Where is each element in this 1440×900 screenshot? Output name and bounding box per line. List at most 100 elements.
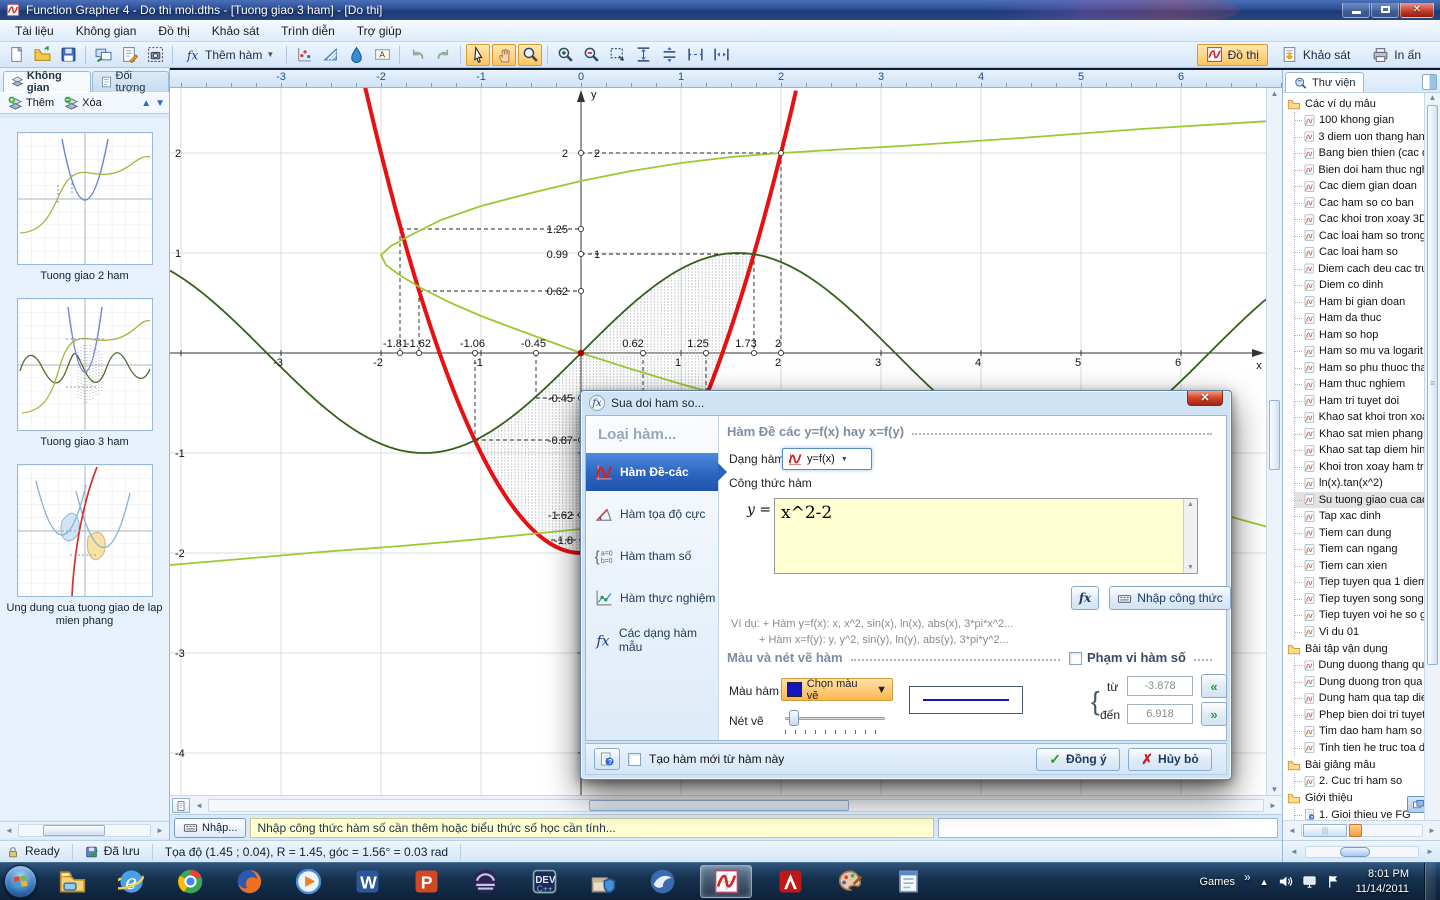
dialog-close-button[interactable]: ✕ <box>1187 391 1223 406</box>
add-space-button[interactable]: Thêm <box>4 94 58 113</box>
tree-folder-2[interactable]: Bài tập vận dụng <box>1283 640 1425 657</box>
formula-input[interactable]: x^2-2 ▲▼ <box>774 498 1198 574</box>
taskbar-app-setup[interactable] <box>582 865 624 898</box>
tree-item[interactable]: Tiem can ngang <box>1295 541 1425 558</box>
zoomin-button[interactable] <box>553 44 577 66</box>
menu-item-2[interactable]: Không gian <box>65 21 148 41</box>
tree-item[interactable]: Phep bien doi tri tuyet <box>1295 707 1425 724</box>
tree-item[interactable]: Ham so mu va logarit <box>1295 343 1425 360</box>
mode-print-button[interactable]: In ấn <box>1363 44 1430 66</box>
new-button[interactable] <box>4 44 28 66</box>
mode-fg-button[interactable]: Đồ thị <box>1197 44 1268 66</box>
taskbar-app-ie[interactable]: e <box>110 865 152 898</box>
tree-item[interactable]: ln(x).tan(x^2) <box>1295 475 1425 492</box>
tree-item[interactable]: Tinh tien he truc toa d <box>1295 740 1425 757</box>
taskbar-app-fg[interactable] <box>700 865 752 898</box>
tree-item[interactable]: Tiem can xien <box>1295 558 1425 575</box>
delete-space-button[interactable]: Xóa <box>60 94 106 113</box>
tree-item[interactable]: Vi du 01 <box>1295 624 1425 641</box>
redo-button[interactable] <box>431 44 455 66</box>
fitv-button[interactable] <box>631 44 655 66</box>
page-setup-button[interactable] <box>172 798 190 813</box>
add-function-button[interactable]: fxThêm hàm▼ <box>178 44 281 66</box>
drop-button[interactable] <box>344 44 368 66</box>
minimize-button[interactable] <box>1342 3 1370 18</box>
formula-scrollbar[interactable]: ▲▼ <box>1183 499 1197 573</box>
tab-docobj[interactable]: Đối tượng <box>92 71 169 92</box>
tree-item[interactable]: Ham so hop <box>1295 327 1425 344</box>
tree-item[interactable]: Cac khoi tron xoay 3D <box>1295 211 1425 228</box>
function-form-dropdown[interactable]: y=f(x)▼ <box>782 448 872 470</box>
formula-entry-field[interactable]: Nhập công thức hàm số cần thêm hoặc biểu… <box>250 818 934 838</box>
scroll-right-icon[interactable]: ► <box>153 826 167 835</box>
scroll-left-icon[interactable]: ◄ <box>192 801 206 810</box>
scroll-right-icon[interactable]: ► <box>1266 801 1280 810</box>
tree-item[interactable]: Tiem can dung <box>1295 525 1425 542</box>
move-down-button[interactable]: ▼ <box>155 98 165 109</box>
action-center-flag-icon[interactable] <box>1326 874 1341 889</box>
tree-item[interactable]: Cac loai ham so <box>1295 244 1425 261</box>
library-bottom-scrollbar[interactable]: ◄► <box>1283 840 1440 862</box>
library-vertical-scrollbar[interactable]: ▲≡ <box>1424 93 1440 820</box>
input-formula-button[interactable]: Nhập công thức <box>1109 586 1231 610</box>
library-accent-button[interactable] <box>1349 824 1362 837</box>
selrect-button[interactable] <box>605 44 629 66</box>
scroll-left-icon[interactable]: ◄ <box>2 826 16 835</box>
tree-item[interactable]: Ham so phu thuoc tha <box>1295 360 1425 377</box>
tree-item[interactable]: Khao sat tap diem hin <box>1295 442 1425 459</box>
tree-item[interactable]: Khao sat mien phang <box>1295 426 1425 443</box>
library-tab[interactable]: Thư viện <box>1285 72 1364 92</box>
panel-toggle-button[interactable] <box>1422 74 1437 90</box>
tree-item[interactable]: Tim dao ham ham so <box>1295 723 1425 740</box>
menu-item-1[interactable]: Tài liệu <box>4 21 65 41</box>
menu-item-4[interactable]: Khảo sát <box>201 21 270 41</box>
taskbar-app-snagit[interactable] <box>641 865 683 898</box>
open-button[interactable] <box>30 44 54 66</box>
taskbar-app-adobe[interactable] <box>769 865 811 898</box>
tree-item[interactable]: Diem cach deu cac truc <box>1295 261 1425 278</box>
library-horizontal-scrollbar[interactable]: ◄ ||| ► <box>1283 820 1440 840</box>
mode-inspect-button[interactable]: Khảo sát <box>1272 44 1359 66</box>
taskbar-app-paint[interactable] <box>828 865 870 898</box>
widen-button[interactable] <box>683 44 707 66</box>
tree-item[interactable]: ?1. Gioi thieu ve FG <box>1295 807 1425 821</box>
tree-item[interactable]: Khao sat khoi tron xoa <box>1295 409 1425 426</box>
help-button[interactable]: ? <box>594 748 620 770</box>
start-button[interactable] <box>4 865 37 898</box>
tree-item[interactable]: Ham thuc nghiem <box>1295 376 1425 393</box>
cancel-button[interactable]: ✗Hủy bỏ <box>1128 748 1212 771</box>
tree-folder-3[interactable]: Bài giảng mẫu <box>1283 756 1425 773</box>
save-button[interactable] <box>56 44 80 66</box>
menu-item-6[interactable]: Trợ giúp <box>346 21 413 41</box>
show-desktop-button[interactable] <box>1424 863 1436 900</box>
tree-item[interactable]: Ham bi gian doan <box>1295 294 1425 311</box>
tree-item[interactable]: Dung duong tron qua <box>1295 674 1425 691</box>
range-to-step-button[interactable]: » <box>1201 702 1227 726</box>
nav-item-curvered[interactable]: Hàm Đề-các <box>586 453 718 491</box>
taskbar-app-word[interactable]: W <box>346 865 388 898</box>
taskbar-app-eclipse[interactable] <box>464 865 506 898</box>
tree-folder-1[interactable]: Các ví dụ mẫu <box>1283 95 1425 112</box>
space-item-1[interactable]: Tuong giao 2 ham <box>0 132 169 284</box>
color-picker-button[interactable]: Chọn màu vẽ▼ <box>781 678 893 701</box>
graph-vertical-scrollbar[interactable]: ▲▼ <box>1266 88 1282 795</box>
menu-item-5[interactable]: Trình diễn <box>270 21 346 41</box>
move-up-button[interactable]: ▲ <box>141 98 151 109</box>
tree-item[interactable]: Tiep tuyen qua 1 diem <box>1295 574 1425 591</box>
input-button[interactable]: Nhập... <box>174 818 246 838</box>
new-from-this-checkbox[interactable] <box>628 753 641 766</box>
tray-chevron[interactable]: » <box>1244 870 1251 884</box>
capture-button[interactable] <box>143 44 167 66</box>
taskbar-app-explorer[interactable] <box>51 865 93 898</box>
tray-clock[interactable]: 8:01 PM 11/14/2011 <box>1350 867 1415 896</box>
tree-item[interactable]: Bang bien thien (cac d <box>1295 145 1425 162</box>
hatch-button[interactable] <box>318 44 342 66</box>
hand-button[interactable] <box>492 44 516 66</box>
range-checkbox[interactable] <box>1069 652 1082 665</box>
fx-editor-button[interactable]: fx <box>1071 586 1099 610</box>
maximize-button[interactable] <box>1371 3 1399 18</box>
tree-item[interactable]: Cac loai ham so trong <box>1295 228 1425 245</box>
nav-item-fx[interactable]: fxCác dạng hàm mẫu <box>586 621 718 659</box>
tree-item[interactable]: 100 khong gian <box>1295 112 1425 129</box>
tree-item[interactable]: 3 diem uon thang hang <box>1295 129 1425 146</box>
